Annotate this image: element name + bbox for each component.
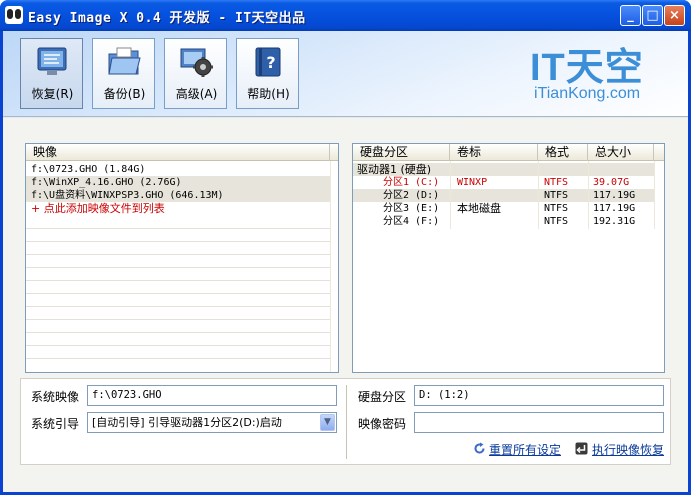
boot-label: 系统引导 <box>31 417 80 431</box>
partition-list-header: 硬盘分区 卷标 格式 总大小 <box>353 144 664 161</box>
refresh-icon[interactable] <box>473 442 486 455</box>
grid-line <box>26 306 330 307</box>
grid-line <box>26 332 330 333</box>
list-item[interactable]: f:\0723.GHO (1.84G) <box>26 163 330 176</box>
reset-settings-link[interactable]: 重置所有设定 <box>489 441 561 458</box>
column-divider <box>538 161 539 229</box>
settings-panel: 系统映像 f:\0723.GHO 系统引导 [自动引导] 引导驱动器1分区2(D… <box>20 378 671 465</box>
help-label: 帮助(H) <box>247 87 290 101</box>
itiankong-logo: IT天空 iTianKong.com <box>530 36 680 106</box>
title-bar[interactable]: Easy Image X 0.4 开发版 - IT天空出品 _ □ × <box>0 0 691 31</box>
list-item[interactable]: f:\U盘资料\WINXPSP3.GHO (646.13M) <box>26 189 330 202</box>
partition-fs: NTFS <box>544 177 569 188</box>
boot-select-value: [自动引导] 引导驱动器1分区2(D:)启动 <box>92 416 282 429</box>
help-button[interactable]: ? 帮助(H) <box>236 38 299 109</box>
client-area: 恢复(R) 备份(B) 高级(A) ? 帮助(H) IT天空 iTianKong… <box>3 31 688 492</box>
drive-row[interactable]: 驱动器1 (硬盘) <box>353 163 655 176</box>
partition-size: 192.31G <box>593 216 636 227</box>
column-divider <box>330 161 331 372</box>
table-row[interactable]: 分区3 (E:) 本地磁盘 NTFS 117.19G <box>353 202 655 215</box>
partition-list[interactable]: 硬盘分区 卷标 格式 总大小 驱动器1 (硬盘) 分区1 (C:) WINXP … <box>352 143 665 373</box>
grid-line <box>26 345 330 346</box>
system-image-label: 系统映像 <box>31 390 80 404</box>
grid-line <box>26 254 330 255</box>
list-item[interactable]: f:\WinXP_4.16.GHO (2.76G) <box>26 176 330 189</box>
grid-line <box>26 319 330 320</box>
column-volume-label[interactable]: 卷标 <box>450 144 538 161</box>
close-button[interactable]: × <box>664 5 685 26</box>
table-row[interactable]: 分区1 (C:) WINXP NTFS 39.07G <box>353 176 655 189</box>
partition-size: 117.19G <box>593 190 636 201</box>
advanced-label: 高级(A) <box>175 87 218 101</box>
partition-size: 39.07G <box>593 177 630 188</box>
help-book-icon: ? <box>255 47 281 77</box>
partition-fs: NTFS <box>544 203 569 214</box>
app-window: Easy Image X 0.4 开发版 - IT天空出品 _ □ × 恢复(R… <box>0 0 691 495</box>
column-total-size[interactable]: 总大小 <box>588 144 654 161</box>
password-label: 映像密码 <box>358 417 407 431</box>
toolbar-header: 恢复(R) 备份(B) 高级(A) ? 帮助(H) IT天空 iTianKong… <box>3 31 688 117</box>
svg-text:?: ? <box>266 53 275 72</box>
restore-button[interactable]: 恢复(R) <box>20 38 83 109</box>
partition-label: WINXP <box>457 177 488 188</box>
partition-name: 分区4 (F:) <box>383 216 440 227</box>
boot-select[interactable]: [自动引导] 引导驱动器1分区2(D:)启动 ▼ <box>87 412 337 433</box>
restore-label: 恢复(R) <box>31 87 74 101</box>
maximize-button[interactable]: □ <box>642 5 663 26</box>
column-divider <box>654 161 655 229</box>
restore-monitor-icon <box>37 47 67 75</box>
password-field[interactable] <box>414 412 664 433</box>
grid-line <box>26 293 330 294</box>
table-row-selected[interactable]: 分区2 (D:) NTFS 117.19G <box>353 189 655 202</box>
grid-line <box>26 228 330 229</box>
grid-line <box>26 280 330 281</box>
advanced-gear-icon <box>180 48 213 77</box>
table-row[interactable]: 分区4 (F:) NTFS 192.31G <box>353 215 655 228</box>
main-body: 映像 f:\0723.GHO (1.84G) f:\WinXP_4.16.GHO… <box>3 118 688 492</box>
add-image-item[interactable]: + 点此添加映像文件到列表 <box>26 202 330 215</box>
chevron-down-icon[interactable]: ▼ <box>320 414 335 431</box>
partition-name: 分区1 (C:) <box>383 177 440 188</box>
column-divider <box>588 161 589 229</box>
advanced-button[interactable]: 高级(A) <box>164 38 227 109</box>
image-list[interactable]: 映像 f:\0723.GHO (1.84G) f:\WinXP_4.16.GHO… <box>25 143 339 373</box>
minimize-button[interactable]: _ <box>620 5 641 26</box>
column-partition[interactable]: 硬盘分区 <box>353 144 450 161</box>
backup-label: 备份(B) <box>103 87 146 101</box>
partition-label: 硬盘分区 <box>358 390 407 404</box>
enter-icon[interactable] <box>575 442 588 455</box>
partition-label: 本地磁盘 <box>457 202 501 215</box>
logo-sub-text: iTianKong.com <box>534 85 641 102</box>
execute-restore-link[interactable]: 执行映像恢复 <box>592 441 664 458</box>
column-image[interactable]: 映像 <box>26 144 330 161</box>
partition-name: 分区2 (D:) <box>383 190 440 201</box>
partition-fs: NTFS <box>544 190 569 201</box>
partition-size: 117.19G <box>593 203 636 214</box>
column-format[interactable]: 格式 <box>538 144 588 161</box>
partition-name: 分区3 (E:) <box>383 203 440 214</box>
backup-folder-icon <box>108 47 141 75</box>
window-title: Easy Image X 0.4 开发版 - IT天空出品 <box>28 11 306 26</box>
vertical-divider <box>346 385 347 459</box>
app-eyes-icon <box>5 6 23 24</box>
logo-main-text: IT天空 <box>530 47 644 89</box>
image-list-header: 映像 <box>26 144 338 161</box>
partition-fs: NTFS <box>544 216 569 227</box>
column-divider <box>450 161 451 229</box>
partition-field[interactable]: D: (1:2) <box>414 385 664 406</box>
system-image-field[interactable]: f:\0723.GHO <box>87 385 337 406</box>
grid-line <box>26 267 330 268</box>
grid-line <box>26 241 330 242</box>
grid-line <box>26 358 330 359</box>
backup-button[interactable]: 备份(B) <box>92 38 155 109</box>
